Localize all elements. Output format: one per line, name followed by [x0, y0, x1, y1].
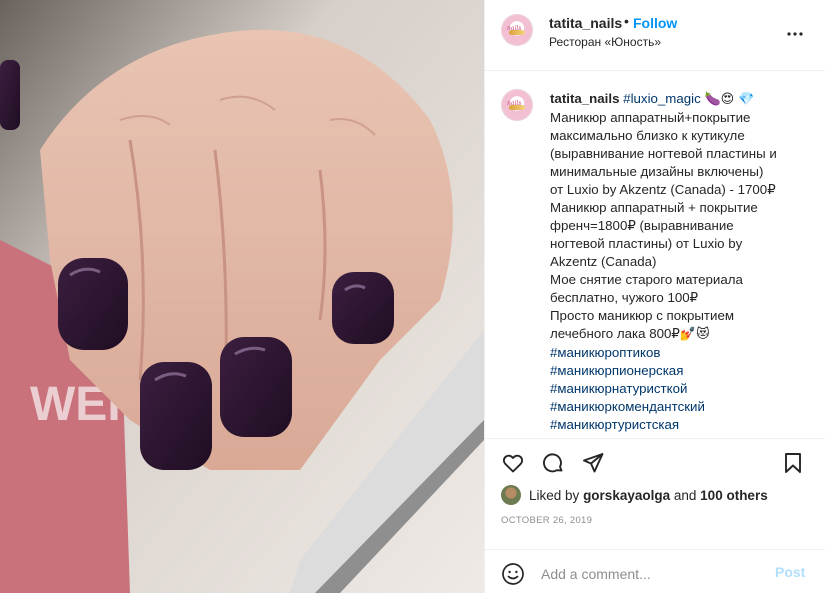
smile-icon[interactable] — [501, 562, 525, 586]
likes-summary: Liked by gorskayaolga and 100 others — [501, 485, 768, 505]
comment-input[interactable] — [539, 560, 763, 588]
hashtag-link[interactable]: #маникюркомендантский — [550, 399, 705, 414]
liker-avatar[interactable] — [501, 485, 521, 505]
caption-author-avatar[interactable]: nails — [501, 89, 533, 121]
liker-username[interactable]: gorskayaolga — [583, 488, 670, 503]
hashtag-link[interactable]: #luxio_magic — [623, 91, 701, 106]
likes-prefix: Liked by — [529, 487, 580, 503]
heart-icon[interactable] — [501, 451, 525, 475]
post-comment-button[interactable]: Post — [775, 564, 805, 580]
comment-bubble-icon[interactable] — [541, 451, 565, 475]
manicure-image: WER — [0, 0, 484, 593]
hashtag-link[interactable]: #маникюрнатуристкой — [550, 381, 687, 396]
likes-and: and — [673, 487, 697, 503]
comment-bar: Post — [485, 549, 825, 594]
caption-text: tatita_nails #luxio_magic 🍆😍 💎 Маникюр а… — [550, 90, 810, 434]
post-header: nails tatita_nails • Follow Ресторан «Юн… — [485, 0, 825, 71]
caption-username[interactable]: tatita_nails — [550, 91, 619, 106]
hashtag-link[interactable]: #маникюроптиков — [550, 345, 660, 360]
caption-emojis: 🍆😍 💎 — [704, 92, 755, 107]
likes-count-link[interactable]: 100 others — [700, 488, 768, 503]
post-photo[interactable]: WER — [0, 0, 484, 593]
paper-plane-icon[interactable] — [581, 451, 605, 475]
post-side-panel: nails tatita_nails • Follow Ресторан «Юн… — [484, 0, 825, 593]
caption-body-emojis: 💅😻 — [679, 327, 710, 342]
location-link[interactable]: Ресторан «Юность» — [549, 35, 661, 49]
post-date[interactable]: OCTOBER 26, 2019 — [501, 515, 592, 526]
author-username[interactable]: tatita_nails — [549, 15, 622, 31]
caption-body: Маникюр аппаратный+покрытие максимально … — [550, 110, 777, 341]
hashtag-link[interactable]: #маникюрпионерская — [550, 363, 683, 378]
post-actions: Liked by gorskayaolga and 100 others OCT… — [485, 438, 825, 593]
caption-area: nails tatita_nails #luxio_magic 🍆😍 💎 Ман… — [485, 71, 825, 438]
hashtag-link[interactable]: #маникюртуристская — [550, 417, 679, 432]
bookmark-icon[interactable] — [781, 451, 805, 475]
more-horizontal-icon[interactable] — [783, 22, 807, 46]
separator-dot: • — [624, 13, 629, 29]
follow-button[interactable]: Follow — [633, 15, 677, 31]
author-avatar[interactable]: nails — [501, 14, 533, 46]
